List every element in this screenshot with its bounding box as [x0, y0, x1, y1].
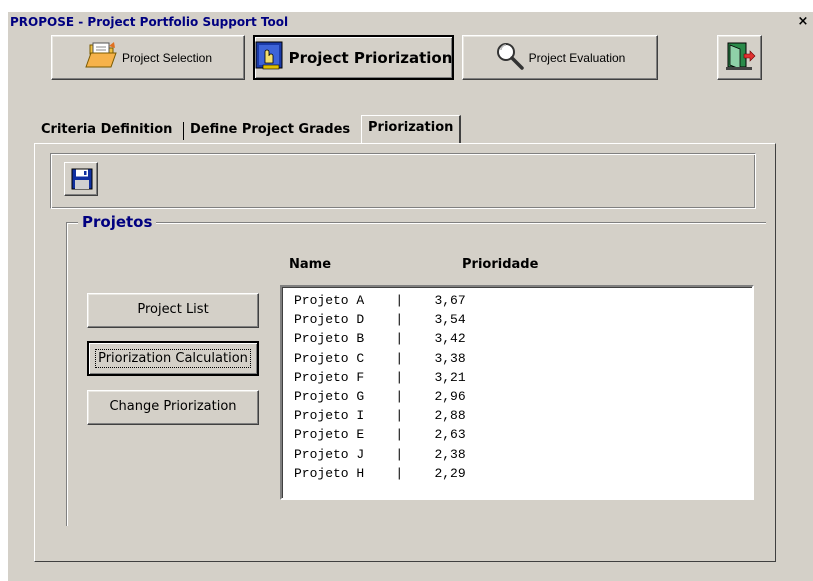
- project-name: Projeto A: [294, 293, 396, 308]
- project-name: Projeto E: [294, 427, 396, 443]
- list-item[interactable]: Projeto A | 3,67: [294, 291, 752, 310]
- project-name: Projeto H: [294, 465, 396, 481]
- column-header-name: Name: [289, 257, 332, 272]
- column-separator: |: [395, 446, 435, 462]
- column-separator: |: [395, 312, 435, 328]
- project-name: Projeto B: [294, 331, 396, 347]
- project-priority: 3,42: [434, 331, 466, 347]
- tab-divider: [183, 122, 184, 140]
- project-list-button[interactable]: Project List: [87, 293, 259, 328]
- column-separator: |: [395, 350, 435, 366]
- project-priority: 3,38: [434, 350, 466, 366]
- project-list-label: Project List: [137, 302, 209, 317]
- column-separator: |: [395, 293, 435, 308]
- project-priority: 3,54: [434, 312, 466, 328]
- project-name: Projeto G: [294, 389, 396, 405]
- tab-define-project-grades[interactable]: Define Project Grades: [190, 118, 350, 142]
- list-item[interactable]: Projeto C | 3,38: [294, 349, 752, 368]
- project-selection-button[interactable]: Project Selection: [51, 35, 245, 80]
- project-name: Projeto I: [294, 408, 396, 424]
- project-priority: 3,21: [434, 369, 466, 385]
- window-title: PROPOSE - Project Portfolio Support Tool: [10, 15, 289, 29]
- project-priority-list[interactable]: Projeto A | 3,67 Projeto D | 3,54 Projeto …: [280, 285, 754, 500]
- list-item[interactable]: Projeto D | 3,54: [294, 310, 752, 329]
- list-item[interactable]: Projeto I | 2,88: [294, 406, 752, 425]
- column-separator: |: [395, 369, 435, 385]
- projetos-legend: Projetos: [78, 213, 157, 231]
- column-separator: |: [395, 465, 435, 481]
- list-item[interactable]: Projeto F | 3,21: [294, 368, 752, 387]
- exit-button[interactable]: [717, 35, 762, 80]
- column-separator: |: [395, 389, 435, 405]
- project-priorization-label: Project Priorization: [288, 48, 453, 67]
- hand-pointer-icon: [255, 41, 285, 74]
- project-priority: 3,67: [434, 293, 466, 308]
- title-bar: PROPOSE - Project Portfolio Support Tool…: [8, 12, 813, 34]
- project-selection-label: Project Selection: [121, 50, 213, 65]
- list-item[interactable]: Projeto J | 2,38: [294, 445, 752, 464]
- close-icon[interactable]: ×: [796, 15, 810, 29]
- project-priority: 2,63: [434, 427, 466, 443]
- project-name: Projeto F: [294, 369, 396, 385]
- project-priority: 2,96: [434, 389, 466, 405]
- project-priority: 2,38: [434, 446, 466, 462]
- change-priorization-button[interactable]: Change Priorization: [87, 390, 259, 425]
- column-separator: |: [395, 408, 435, 424]
- magnifier-icon: [495, 41, 525, 74]
- list-item[interactable]: Projeto H | 2,29: [294, 464, 752, 483]
- project-name: Projeto J: [294, 446, 396, 462]
- project-priority: 2,29: [434, 465, 466, 481]
- project-name: Projeto D: [294, 312, 396, 328]
- project-priority-rows: Projeto A | 3,67 Projeto D | 3,54 Projeto …: [282, 287, 752, 483]
- floppy-disk-icon: [71, 168, 93, 195]
- folder-open-icon: [84, 41, 118, 74]
- tab-criteria-definition[interactable]: Criteria Definition: [41, 118, 172, 142]
- list-item[interactable]: Projeto B | 3,42: [294, 329, 752, 348]
- project-evaluation-button[interactable]: Project Evaluation: [462, 35, 658, 80]
- project-priority: 2,88: [434, 408, 466, 424]
- save-button[interactable]: [64, 162, 98, 196]
- exit-door-icon: [724, 41, 756, 74]
- tab-priorization[interactable]: Priorization: [361, 115, 462, 143]
- priorization-calculation-label: Priorization Calculation: [95, 349, 251, 368]
- column-header-prioridade: Prioridade: [462, 257, 539, 272]
- project-name: Projeto C: [294, 350, 396, 366]
- priorization-calculation-button[interactable]: Priorization Calculation: [87, 341, 259, 376]
- project-evaluation-label: Project Evaluation: [528, 50, 626, 65]
- project-priorization-button[interactable]: Project Priorization: [253, 35, 454, 80]
- list-item[interactable]: Projeto E | 2,63: [294, 425, 752, 444]
- column-separator: |: [395, 331, 435, 347]
- change-priorization-label: Change Priorization: [109, 399, 237, 414]
- panel-toolbar: [50, 153, 756, 209]
- column-separator: |: [395, 427, 435, 443]
- list-item[interactable]: Projeto G | 2,96: [294, 387, 752, 406]
